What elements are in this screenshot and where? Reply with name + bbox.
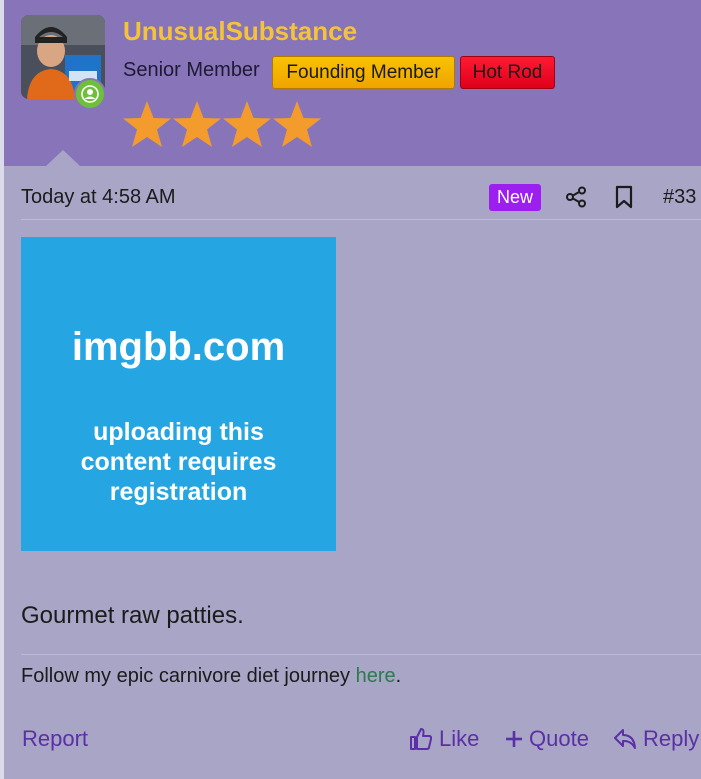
report-button[interactable]: Report — [22, 726, 88, 752]
star-icon — [273, 101, 321, 147]
star-icon — [223, 101, 271, 147]
quote-label: Quote — [529, 726, 589, 751]
post-number-link[interactable]: #33 — [663, 186, 696, 209]
star-icon — [123, 101, 171, 147]
reply-button[interactable]: Reply — [613, 726, 699, 752]
username[interactable]: UnusualSubstance — [123, 16, 357, 47]
thumbs-up-icon — [410, 728, 433, 750]
bookmark-icon[interactable] — [615, 185, 633, 209]
post-body-text: Gourmet raw patties. — [21, 602, 244, 629]
post-image-placeholder[interactable]: imgbb.com uploading this content require… — [21, 237, 336, 551]
signature-text: Follow my epic carnivore diet journey — [21, 665, 356, 687]
plus-icon — [506, 731, 522, 747]
post-meta-row: Today at 4:58 AM New #33 — [21, 182, 701, 218]
header-caret — [46, 150, 80, 166]
user-signature: Follow my epic carnivore diet journey he… — [21, 665, 401, 688]
divider — [21, 219, 701, 220]
image-domain-text: imgbb.com — [71, 325, 286, 369]
reply-arrow-icon — [614, 729, 636, 749]
share-icon[interactable] — [565, 186, 587, 208]
quote-button[interactable]: Quote — [505, 726, 589, 752]
star-icon — [173, 101, 221, 147]
new-badge: New — [489, 184, 541, 211]
user-title: Senior Member — [123, 59, 260, 81]
like-button[interactable]: Like — [409, 726, 479, 752]
signature-divider — [21, 654, 701, 655]
like-label: Like — [439, 726, 480, 751]
post-actions: Report Like Quote Reply — [0, 726, 701, 758]
founding-member-badge: Founding Member — [272, 56, 455, 89]
user-rating-stars — [122, 98, 322, 152]
image-message-text: uploading this content requires registra… — [80, 418, 277, 506]
hot-rod-badge: Hot Rod — [460, 56, 555, 89]
post-timestamp[interactable]: Today at 4:58 AM — [21, 186, 176, 209]
signature-suffix: . — [395, 665, 402, 687]
report-label: Report — [22, 726, 89, 751]
signature-link[interactable]: here — [356, 665, 396, 687]
reply-label: Reply — [643, 726, 700, 751]
user-online-icon — [74, 78, 106, 110]
